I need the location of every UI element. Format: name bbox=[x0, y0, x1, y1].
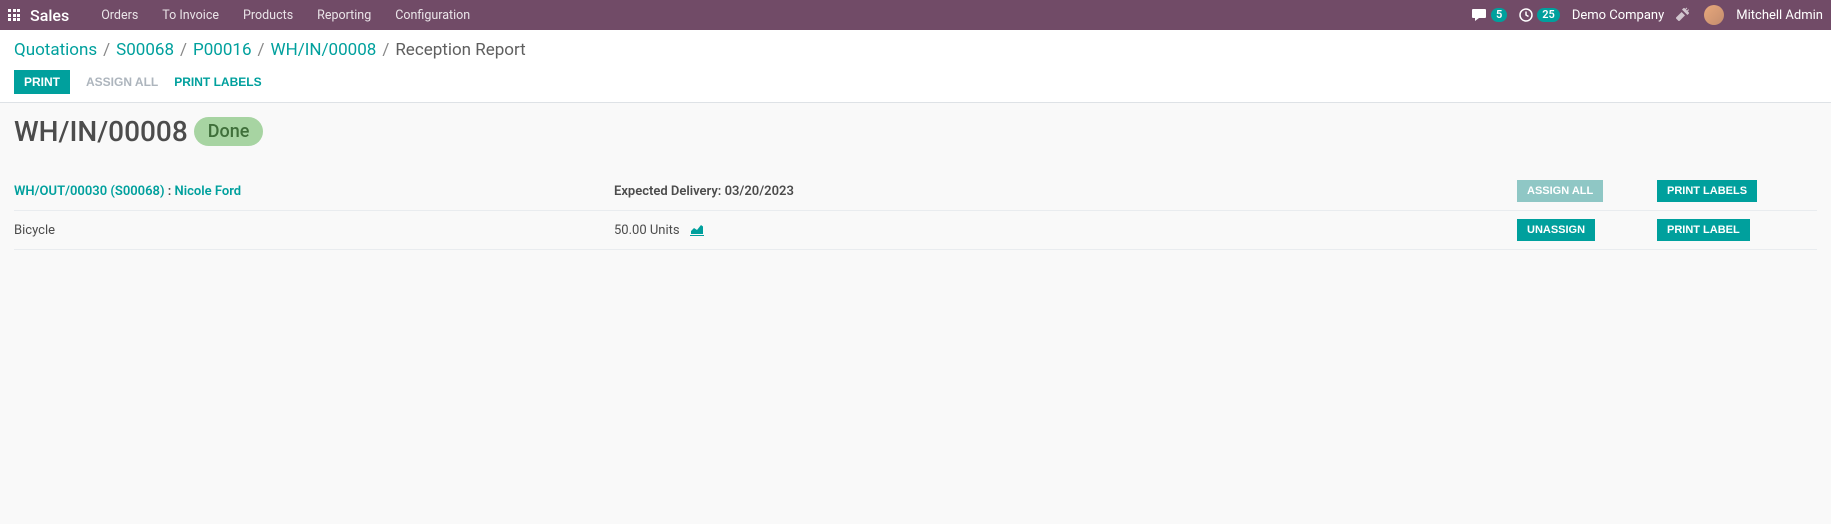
chat-icon bbox=[1471, 8, 1487, 22]
expected-label: Expected Delivery: bbox=[614, 184, 725, 199]
order-row: WH/OUT/00030 (S00068) : Nicole Ford Expe… bbox=[14, 172, 1817, 211]
print-button[interactable]: PRINT bbox=[14, 70, 70, 94]
order-assign-all-button: ASSIGN ALL bbox=[1517, 180, 1603, 202]
breadcrumb-sep: / bbox=[258, 40, 265, 60]
navbar-left: Sales Orders To Invoice Products Reporti… bbox=[8, 2, 482, 29]
user-name[interactable]: Mitchell Admin bbox=[1736, 8, 1823, 23]
line-unassign-cell: UNASSIGN bbox=[1517, 219, 1657, 241]
top-navbar: Sales Orders To Invoice Products Reporti… bbox=[0, 0, 1831, 30]
activities-count: 25 bbox=[1537, 8, 1560, 22]
unassign-button[interactable]: UNASSIGN bbox=[1517, 219, 1595, 241]
title-row: WH/IN/00008 Done bbox=[14, 115, 1817, 148]
status-badge: Done bbox=[194, 117, 264, 146]
activities-button[interactable]: 25 bbox=[1519, 8, 1560, 22]
breadcrumb-s00068[interactable]: S00068 bbox=[116, 40, 174, 60]
line-qty: 50.00 Units bbox=[614, 223, 680, 238]
breadcrumb-whin00008[interactable]: WH/IN/00008 bbox=[271, 40, 377, 60]
expected-date: 03/20/2023 bbox=[725, 184, 794, 199]
breadcrumb-sep: / bbox=[103, 40, 110, 60]
action-row: PRINT ASSIGN ALL PRINT LABELS bbox=[14, 68, 1817, 102]
nav-orders[interactable]: Orders bbox=[89, 2, 150, 29]
order-print-labels-button[interactable]: PRINT LABELS bbox=[1657, 180, 1757, 202]
breadcrumb: Quotations / S00068 / P00016 / WH/IN/000… bbox=[14, 40, 1817, 60]
app-brand[interactable]: Sales bbox=[30, 6, 69, 25]
chat-count: 5 bbox=[1491, 8, 1507, 22]
breadcrumb-quotations[interactable]: Quotations bbox=[14, 40, 97, 60]
line-print-cell: PRINT LABEL bbox=[1657, 219, 1817, 241]
control-panel: Quotations / S00068 / P00016 / WH/IN/000… bbox=[0, 30, 1831, 103]
order-ref-cell: WH/OUT/00030 (S00068) : Nicole Ford bbox=[14, 184, 614, 199]
line-qty-cell: 50.00 Units bbox=[614, 223, 1517, 238]
nav-products[interactable]: Products bbox=[231, 2, 305, 29]
forecast-icon[interactable] bbox=[690, 224, 704, 236]
order-assign-cell: ASSIGN ALL bbox=[1517, 180, 1657, 202]
nav-reporting[interactable]: Reporting bbox=[305, 2, 383, 29]
print-labels-button[interactable]: PRINT LABELS bbox=[174, 75, 261, 89]
apps-icon[interactable] bbox=[8, 9, 20, 21]
debug-icon[interactable] bbox=[1676, 7, 1692, 23]
content-area: WH/IN/00008 Done WH/OUT/00030 (S00068) :… bbox=[0, 103, 1831, 262]
order-ref-link[interactable]: WH/OUT/00030 (S00068) bbox=[14, 184, 165, 199]
company-switcher[interactable]: Demo Company bbox=[1572, 8, 1664, 23]
assign-all-button: ASSIGN ALL bbox=[86, 75, 158, 89]
breadcrumb-sep: / bbox=[382, 40, 389, 60]
line-row: Bicycle 50.00 Units UNASSIGN PRINT LABEL bbox=[14, 211, 1817, 250]
order-print-cell: PRINT LABELS bbox=[1657, 180, 1817, 202]
navbar-right: 5 25 Demo Company Mitchell Admin bbox=[1471, 5, 1823, 25]
chat-button[interactable]: 5 bbox=[1471, 8, 1507, 22]
customer-link[interactable]: Nicole Ford bbox=[175, 184, 242, 199]
line-product: Bicycle bbox=[14, 223, 614, 238]
page-title: WH/IN/00008 bbox=[14, 115, 188, 148]
nav-to-invoice[interactable]: To Invoice bbox=[150, 2, 231, 29]
user-avatar[interactable] bbox=[1704, 5, 1724, 25]
nav-configuration[interactable]: Configuration bbox=[383, 2, 482, 29]
breadcrumb-p00016[interactable]: P00016 bbox=[193, 40, 252, 60]
print-label-button[interactable]: PRINT LABEL bbox=[1657, 219, 1750, 241]
clock-icon bbox=[1519, 8, 1533, 22]
breadcrumb-sep: / bbox=[180, 40, 187, 60]
breadcrumb-current: Reception Report bbox=[395, 40, 525, 60]
order-sep: : bbox=[165, 184, 175, 199]
expected-delivery-cell: Expected Delivery: 03/20/2023 bbox=[614, 184, 1517, 199]
